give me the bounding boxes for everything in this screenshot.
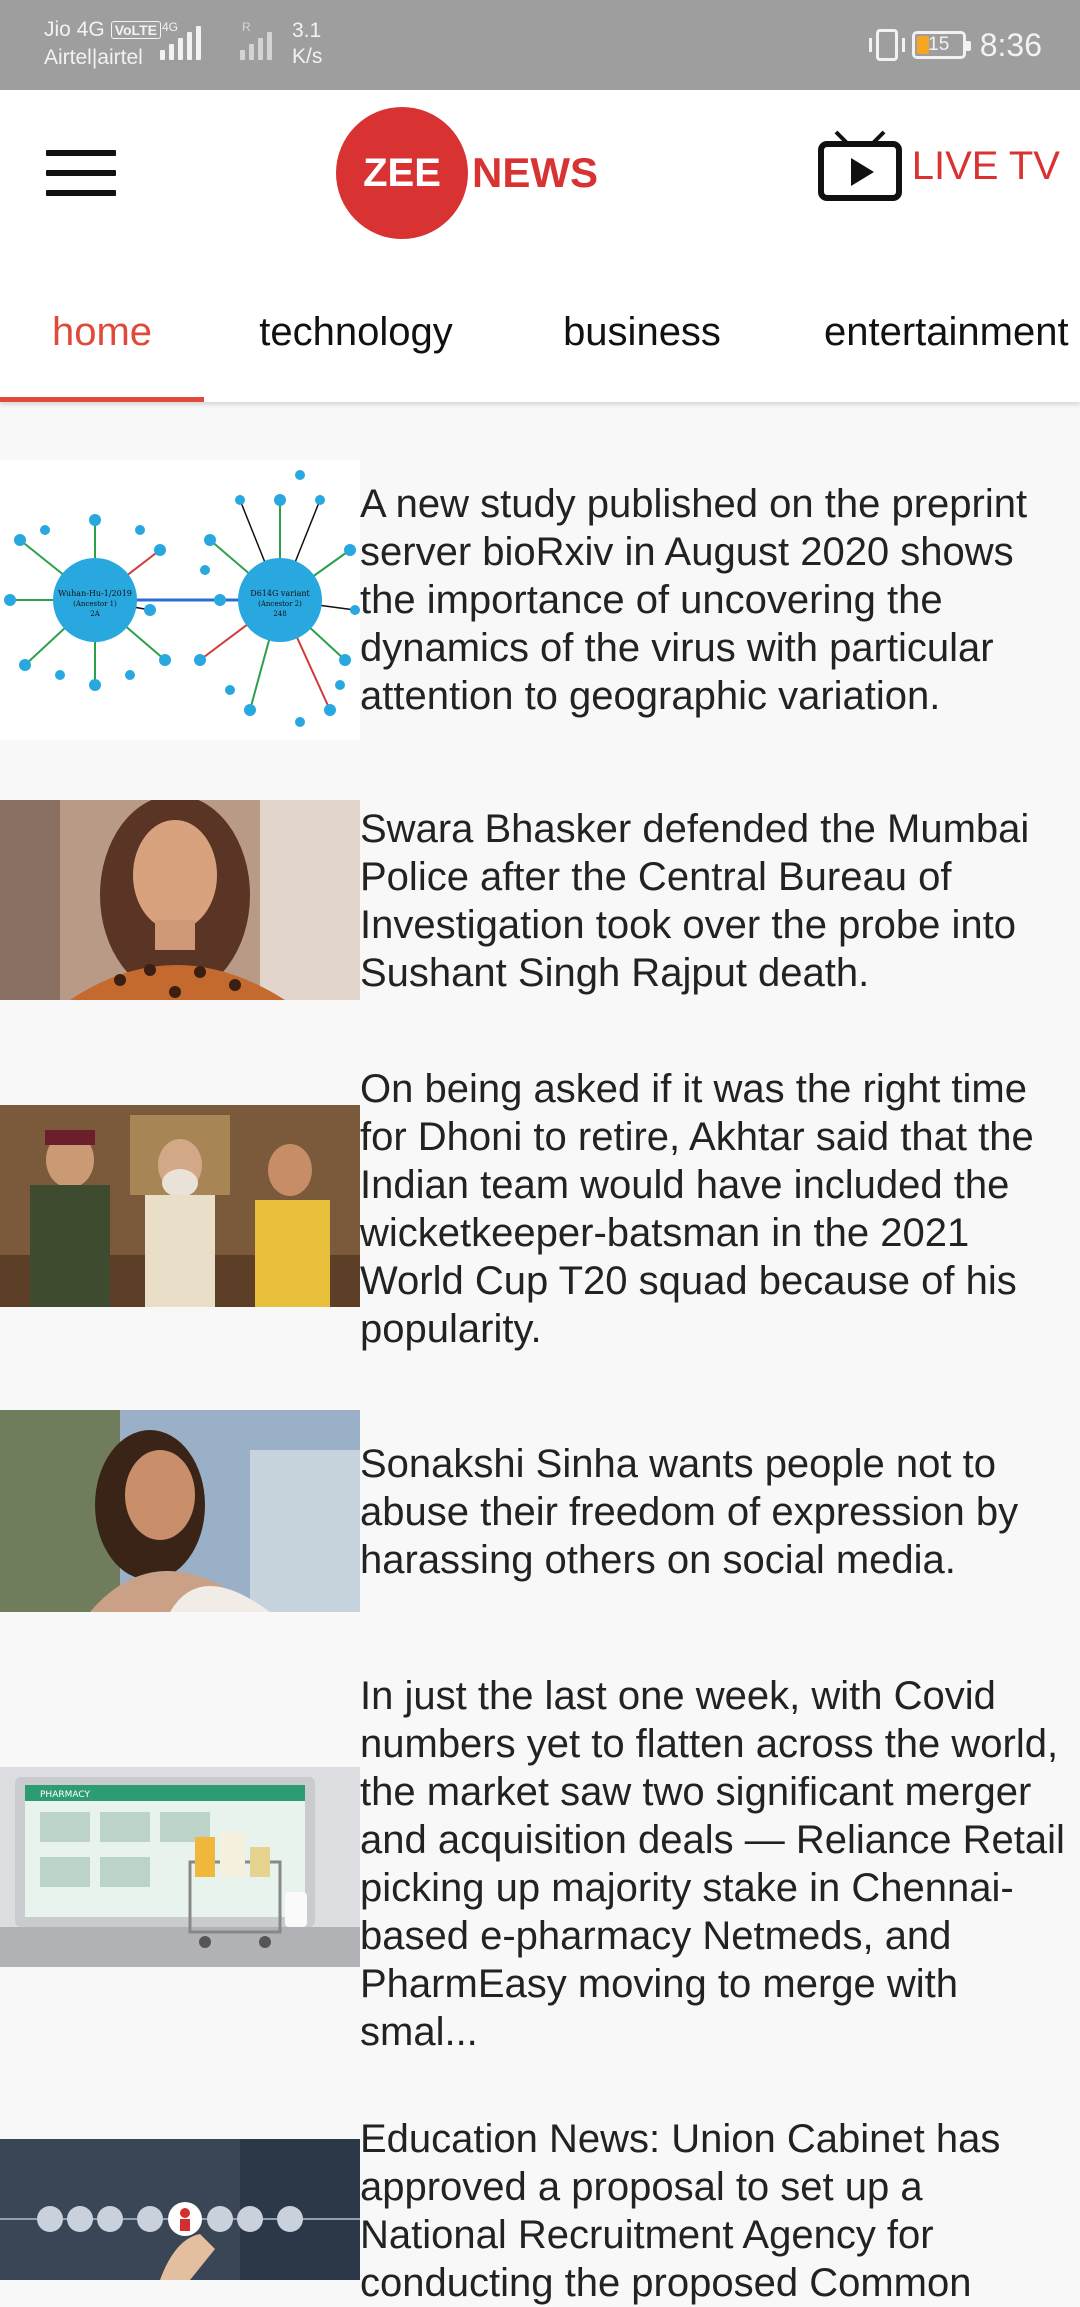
logo-text-news: NEWS — [472, 149, 598, 196]
diagram-label-left-num: 2A — [90, 610, 100, 618]
live-tv-label: LIVE TV — [911, 143, 1060, 188]
active-tab-indicator — [0, 397, 204, 402]
news-item[interactable]: On being asked if it was the right time … — [0, 1065, 1080, 1355]
news-headline: A new study published on the preprint se… — [360, 482, 1028, 718]
news-item[interactable]: Swara Bhasker defended the Mumbai Police… — [0, 795, 1080, 1005]
group-photo-three-people — [0, 1105, 360, 1307]
clock: 8:36 — [979, 26, 1042, 63]
recruitment-hand-icons — [0, 2139, 360, 2280]
portrait-woman-outdoor — [0, 1410, 360, 1612]
tab-technology[interactable]: technology — [226, 262, 486, 402]
news-thumbnail — [0, 1105, 360, 1307]
carrier-info: Jio 4G VoLTE Airtel|airtel — [44, 16, 161, 72]
status-bar: Jio 4G VoLTE Airtel|airtel 4G R 3.1 K/s … — [0, 0, 1080, 90]
signal-secondary-icon: R — [240, 20, 272, 60]
battery-icon: 15 — [911, 31, 971, 59]
volte-badge: VoLTE — [110, 21, 161, 39]
tab-label: business — [563, 309, 721, 354]
laptop-screen-label: PHARMACY — [40, 1790, 90, 1800]
news-item[interactable]: Sonakshi Sinha wants people not to abuse… — [0, 1410, 1080, 1615]
network-type-4g: 4G — [162, 20, 179, 34]
logo-badge: ZEE — [336, 107, 468, 239]
news-thumbnail — [0, 1410, 360, 1612]
news-item[interactable]: PHARMACY In just the last one week, with… — [0, 1672, 1080, 2062]
news-headline: Education News: Union Cabinet has approv… — [360, 2117, 1001, 2305]
news-thumbnail: Wuhan-Hu-1/2019 (Ancestor 1) 2A D614G va… — [0, 460, 360, 740]
tv-icon — [817, 130, 902, 201]
carrier-primary: Jio 4G — [44, 18, 105, 41]
battery-level: 15 — [928, 34, 950, 55]
news-thumbnail — [0, 800, 360, 1000]
diagram-label-right-num: 248 — [273, 610, 286, 618]
news-headline: On being asked if it was the right time … — [360, 1067, 1034, 1351]
vibrate-icon — [868, 29, 905, 61]
laptop-pharmacy-cart: PHARMACY — [0, 1767, 360, 1967]
diagram-label-left-sub: (Ancestor 1) — [73, 600, 117, 608]
virus-network-diagram: Wuhan-Hu-1/2019 (Ancestor 1) 2A D614G va… — [4, 470, 360, 727]
news-thumbnail: PHARMACY — [0, 1767, 360, 1967]
category-tabs: home technology business entertainment — [0, 262, 1080, 402]
roaming-indicator: R — [242, 20, 251, 34]
diagram-label-right: D614G variant — [250, 589, 310, 598]
news-item[interactable]: Wuhan-Hu-1/2019 (Ancestor 1) 2A D614G va… — [0, 460, 1080, 750]
network-speed: 3.1 K/s — [292, 18, 322, 70]
tab-home[interactable]: home — [0, 262, 204, 402]
network-speed-value: 3.1 — [292, 19, 322, 42]
tab-business[interactable]: business — [530, 262, 754, 402]
news-headline: Sonakshi Sinha wants people not to abuse… — [360, 1442, 1019, 1582]
diagram-label-left: Wuhan-Hu-1/2019 — [58, 589, 132, 598]
tab-label: technology — [259, 309, 453, 354]
news-item[interactable]: Education News: Union Cabinet has approv… — [0, 2115, 1080, 2305]
portrait-woman-polka-dot — [0, 800, 360, 1000]
news-thumbnail — [0, 2139, 360, 2280]
network-speed-unit: K/s — [292, 45, 323, 68]
tab-label: entertainment — [824, 309, 1069, 354]
hamburger-menu-icon[interactable] — [46, 150, 116, 200]
tab-entertainment[interactable]: entertainment — [824, 262, 1080, 402]
news-headline: In just the last one week, with Covid nu… — [360, 1674, 1065, 2054]
zee-news-logo[interactable]: ZEE NEWS — [336, 107, 598, 239]
live-tv-button[interactable]: LIVE TV — [817, 130, 1060, 202]
tab-label: home — [51, 309, 153, 354]
carrier-secondary: Airtel|airtel — [44, 46, 143, 69]
logo-text-zee: ZEE — [363, 150, 441, 195]
news-headline: Swara Bhasker defended the Mumbai Police… — [360, 807, 1030, 995]
diagram-label-right-sub: (Ancestor 2) — [258, 600, 302, 608]
signal-icon: 4G — [160, 20, 201, 60]
